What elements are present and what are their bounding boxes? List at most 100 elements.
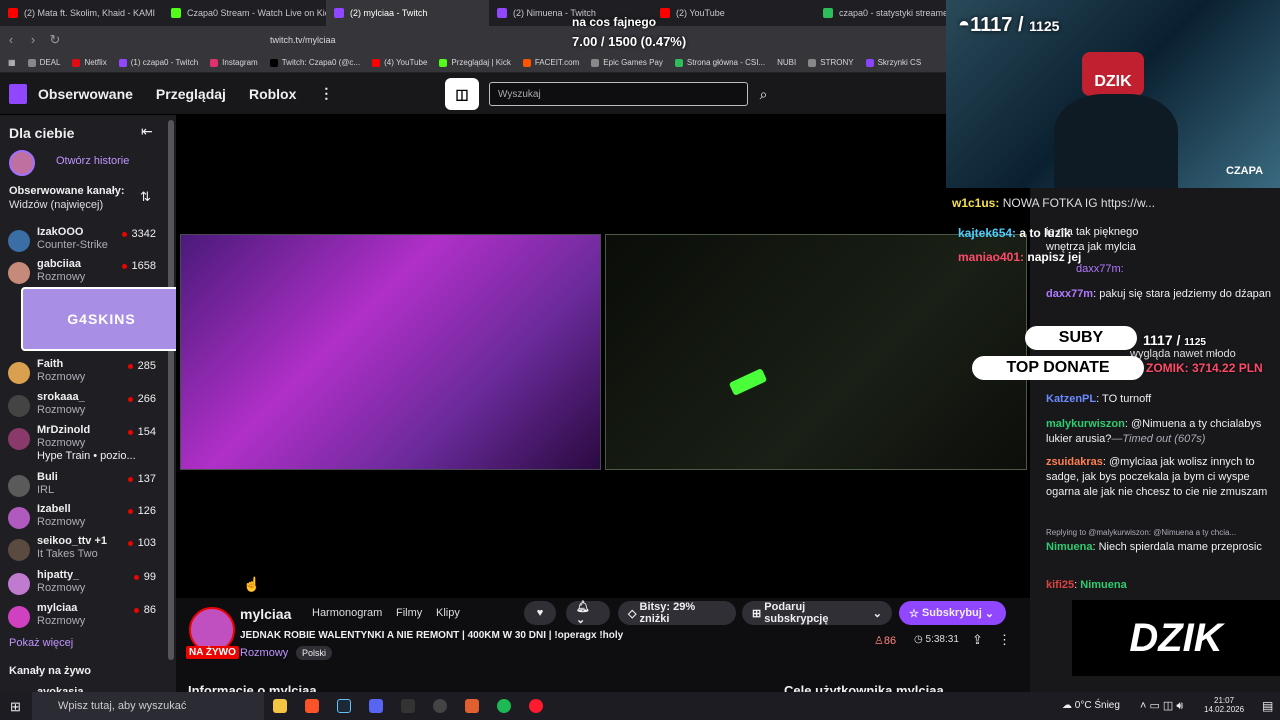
- tab-clips[interactable]: Klipy: [436, 607, 460, 619]
- browser-tab-active[interactable]: (2) mylciaa - Twitch: [326, 0, 489, 26]
- sort-icon[interactable]: ⇅: [140, 189, 151, 205]
- faceit-icon: [522, 58, 531, 67]
- nav-following[interactable]: Obserwowane: [38, 86, 133, 102]
- channel-name[interactable]: mylciaa: [240, 606, 291, 622]
- share-icon[interactable]: ⇪: [972, 632, 983, 648]
- explorer-icon[interactable]: [264, 692, 296, 720]
- twitch-icon: [118, 58, 127, 67]
- bookmark[interactable]: Netflix: [72, 58, 107, 67]
- bookmark[interactable]: Przeglądaj | Kick: [439, 58, 511, 67]
- bookmark[interactable]: (4) YouTube: [372, 58, 427, 67]
- collapse-icon[interactable]: ⇤: [141, 123, 153, 140]
- notifications-icon[interactable]: ▤: [1262, 699, 1273, 713]
- browser-tab[interactable]: (2) Mata ft. Skolim, Khaid - KAMI: [0, 0, 163, 26]
- url-field[interactable]: twitch.tv/mylciaa: [270, 35, 336, 45]
- stories-avatar[interactable]: [9, 150, 35, 176]
- nav-roblox[interactable]: Roblox: [249, 86, 296, 102]
- sidebar-channel[interactable]: MrDzinold Rozmowy 154 Hype Train • pozio...: [8, 422, 168, 468]
- netflix-icon: [72, 58, 81, 67]
- forward-icon[interactable]: ›: [22, 32, 44, 47]
- avatar: [8, 395, 30, 417]
- notifications-bell-icon[interactable]: 🔔︎ ⌄: [566, 601, 610, 626]
- streamer-silhouette: [1054, 94, 1178, 188]
- bits-icon: ◇: [628, 607, 640, 620]
- category-link[interactable]: Rozmowy: [240, 647, 288, 659]
- gift-sub-button[interactable]: ⊞ Podaruj subskrypcję ⌄: [742, 601, 892, 625]
- tray-icons[interactable]: ˄ ▭ ◫ 🔊︎: [1140, 699, 1183, 713]
- search-input[interactable]: Wyszukaj: [489, 82, 748, 106]
- opera-icon[interactable]: [520, 692, 552, 720]
- clock[interactable]: 21:07 14.02.2026: [1204, 696, 1244, 714]
- avatar: [8, 539, 30, 561]
- behind-chat-text: daxx77m:: [1076, 263, 1124, 275]
- sidebar-channel[interactable]: Buli IRL 137: [8, 469, 168, 503]
- twitch-logo-icon[interactable]: [9, 83, 27, 104]
- hype-train-label: Hype Train • pozio...: [37, 450, 136, 462]
- follow-heart-icon[interactable]: ♥: [524, 601, 556, 625]
- youtube-icon: [372, 58, 381, 67]
- sidebar-channel[interactable]: srokaaa_ Rozmowy 266: [8, 389, 168, 423]
- sidebar-channel[interactable]: IzakOOO Counter-Strike 3342: [8, 224, 168, 258]
- sidebar-channel[interactable]: seikoo_ttv +1 It Takes Two 103: [8, 533, 168, 567]
- live-channels-title: Kanały na żywo: [9, 665, 91, 677]
- browser-tab[interactable]: (2) YouTube: [652, 0, 815, 26]
- tag-pill[interactable]: Polski: [296, 646, 333, 660]
- tab-videos[interactable]: Filmy: [396, 607, 422, 619]
- folder-icon: [808, 58, 817, 67]
- sidebar-channel[interactable]: Izabell Rozmowy 126: [8, 501, 168, 535]
- dzik-logo: DZIK: [1082, 52, 1144, 96]
- bookmark[interactable]: STRONY: [808, 58, 854, 67]
- browser-tab[interactable]: Czapa0 Stream - Watch Live on Kick: [163, 0, 326, 26]
- nav-browse[interactable]: Przeglądaj: [156, 86, 226, 102]
- prime-logo-icon[interactable]: ◫: [445, 78, 479, 110]
- apps-icon[interactable]: ▦: [8, 58, 16, 67]
- chat-message: malykurwiszon: @Nimuena a ty chcialabys …: [1046, 418, 1262, 445]
- back-icon[interactable]: ‹: [0, 32, 22, 47]
- brave-icon[interactable]: [296, 692, 328, 720]
- goals-heading: Cele użytkownika mylciaa: [784, 683, 944, 692]
- sidebar-channel[interactable]: mylciaa Rozmowy 86: [8, 600, 168, 634]
- more-icon[interactable]: ⋮: [319, 85, 333, 102]
- open-stories-link[interactable]: Otwórz historie: [56, 155, 129, 167]
- bookmark[interactable]: NUBI: [777, 58, 796, 67]
- discord-icon[interactable]: [360, 692, 392, 720]
- bookmark[interactable]: Instagram: [210, 58, 258, 67]
- spotify-icon[interactable]: [488, 692, 520, 720]
- tab-schedule[interactable]: Harmonogram: [312, 607, 382, 619]
- viewers-icon: ♙: [874, 635, 884, 647]
- taskbar-search[interactable]: Wpisz tutaj, aby wyszukać: [32, 692, 264, 720]
- about-heading: Informacje o mylciaa: [188, 683, 317, 692]
- more-options-icon[interactable]: ⋮: [998, 632, 1011, 648]
- sidebar-channel[interactable]: Faith Rozmowy 285: [8, 356, 168, 390]
- bits-button[interactable]: ◇ Bitsy: 29% zniżki: [618, 601, 736, 625]
- kick-icon: [439, 58, 448, 67]
- app-icon[interactable]: [456, 692, 488, 720]
- epic-icon: [591, 58, 600, 67]
- bookmark[interactable]: DEAL: [27, 58, 60, 67]
- weather-widget[interactable]: ☁ 0°C Śnieg: [1062, 700, 1120, 711]
- steam-icon[interactable]: [328, 692, 360, 720]
- bookmark[interactable]: Skrzynki CS: [865, 58, 921, 67]
- top-donate-value: ZOMIK: 3714.22 PLN: [1146, 361, 1263, 375]
- chat-message: kifi25: Nimuena: [1046, 579, 1127, 591]
- obs-icon[interactable]: [424, 692, 456, 720]
- windows-start-icon[interactable]: ⊞: [10, 699, 21, 715]
- stream-title: JEDNAK ROBIE WALENTYNKI A NIE REMONT | 4…: [240, 630, 624, 641]
- subscribe-button[interactable]: ☆ Subskrybuj ⌄: [899, 601, 1006, 625]
- sidebar-channel[interactable]: gabciiaa Rozmowy 1658: [8, 256, 168, 290]
- bookmark[interactable]: (1) czapa0 - Twitch: [118, 58, 198, 67]
- epic-icon[interactable]: [392, 692, 424, 720]
- reload-icon[interactable]: ↻: [44, 32, 66, 48]
- sidebar-channel[interactable]: hipatty_ Rozmowy 99: [8, 567, 168, 601]
- search-icon[interactable]: ⌕: [750, 82, 777, 106]
- sidebar-title: Dla ciebie: [9, 125, 75, 141]
- stats-icon: [823, 8, 833, 18]
- bookmark[interactable]: Epic Games Pay: [591, 58, 663, 67]
- helmet-icon: ◓: [958, 14, 971, 36]
- sidebar-scrollbar[interactable]: [168, 120, 174, 660]
- bookmark[interactable]: Strona główna - CSI...: [674, 58, 765, 67]
- bookmark[interactable]: FACEIT.com: [522, 58, 579, 67]
- bookmark[interactable]: Twitch: Czapa0 (@c...: [269, 58, 360, 67]
- show-more-link[interactable]: Pokaż więcej: [9, 637, 73, 649]
- viewer-count: ♙86: [874, 635, 897, 647]
